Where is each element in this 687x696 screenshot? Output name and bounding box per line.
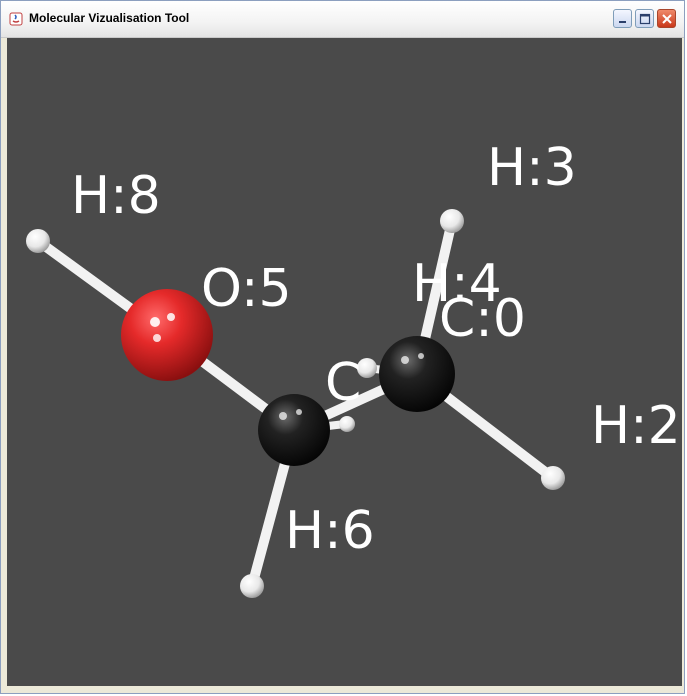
atom-c1[interactable]	[258, 394, 330, 466]
label-h2: H:2	[591, 396, 681, 456]
atom-h3[interactable]	[440, 209, 464, 233]
atom-h8[interactable]	[26, 229, 50, 253]
label-o5: O:5	[201, 259, 292, 319]
atom-h6[interactable]	[240, 574, 264, 598]
label-h8: H:8	[71, 166, 161, 226]
title-bar[interactable]: Molecular Vizualisation Tool	[1, 1, 684, 38]
atom-o5[interactable]	[121, 289, 213, 381]
label-c0: C:0	[439, 289, 526, 349]
application-window: Molecular Vizualisation Tool H:8 O:5 H:3…	[0, 0, 685, 694]
java-app-icon	[9, 12, 23, 26]
atom-h2[interactable]	[541, 466, 565, 490]
molecule-viewport[interactable]: H:8 O:5 H:3 H:4 C:0 C H:2 H:6	[7, 38, 682, 686]
molecule-scene: H:8 O:5 H:3 H:4 C:0 C H:2 H:6	[26, 138, 681, 598]
close-icon	[662, 14, 672, 24]
window-title: Molecular Vizualisation Tool	[29, 11, 190, 25]
minimize-icon	[619, 21, 626, 23]
maximize-button[interactable]	[635, 9, 654, 28]
maximize-icon	[639, 13, 651, 25]
label-h3: H:3	[487, 138, 577, 198]
minimize-button[interactable]	[613, 9, 632, 28]
close-button[interactable]	[657, 9, 676, 28]
label-c1: C	[325, 353, 361, 413]
label-h6: H:6	[285, 501, 375, 561]
atom-h7[interactable]	[339, 416, 355, 432]
